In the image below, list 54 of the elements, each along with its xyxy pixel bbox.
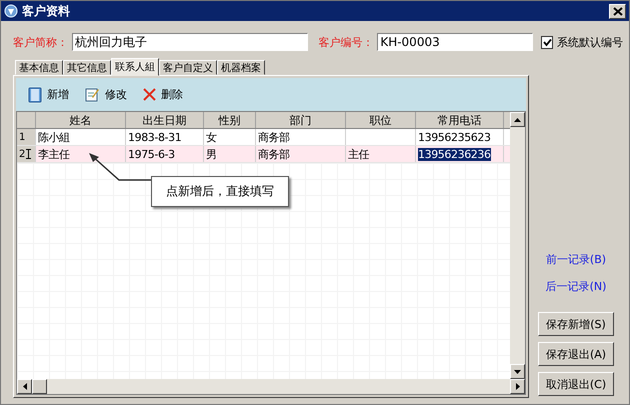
field-label: 客户简称： [13, 34, 68, 50]
scroll-thumb[interactable] [32, 379, 47, 394]
text-cursor-icon [26, 149, 32, 159]
column-header[interactable]: 常用电话 [416, 112, 504, 128]
column-header[interactable]: 职位 [346, 112, 416, 128]
action-button[interactable]: 保存退出(A) [538, 342, 614, 366]
tab[interactable]: 基本信息 [15, 60, 63, 75]
table-cell: 李主任 [38, 146, 70, 162]
row-number: 1 [19, 132, 26, 142]
table-cell: 13956236236 [418, 148, 491, 160]
checkbox[interactable] [541, 36, 553, 48]
action-button[interactable]: 保存新增(S) [538, 312, 614, 336]
app-icon [4, 4, 18, 18]
tab[interactable]: 其它信息 [63, 60, 111, 75]
close-button[interactable] [609, 4, 626, 18]
row-number: 2 [19, 148, 26, 160]
action-button[interactable]: 取消退出(C) [538, 372, 614, 396]
table-cell: 主任 [348, 146, 370, 162]
scroll-right-icon[interactable] [510, 379, 525, 394]
nav-link[interactable]: 前一记录(B) [546, 252, 606, 267]
scroll-left-icon[interactable] [17, 379, 32, 394]
table-cell: 1983-8-31 [128, 130, 182, 144]
toolbar-button[interactable]: 删除 [143, 87, 183, 102]
document-icon [28, 86, 42, 102]
tab[interactable]: 客户自定义 [159, 60, 217, 75]
table-cell: 男 [206, 146, 217, 162]
tab[interactable]: 联系人組 [111, 58, 159, 76]
checkbox-label: 系统默认编号 [557, 34, 623, 50]
table-cell: 陈小組 [38, 130, 70, 144]
window-title: 客户资料 [22, 2, 71, 20]
toolbar-button[interactable]: 新增 [28, 86, 69, 102]
vertical-scrollbar[interactable] [510, 112, 525, 379]
scroll-down-icon[interactable] [510, 364, 525, 379]
column-header[interactable]: 姓名 [36, 112, 126, 128]
close-icon [612, 6, 622, 16]
table-cell: 1975-6-3 [128, 148, 175, 160]
horizontal-scrollbar[interactable] [16, 379, 526, 395]
toolbar-button[interactable]: 修改 [85, 87, 127, 102]
input-field[interactable]: 杭州回力电子 [72, 33, 308, 51]
tab[interactable]: 机器档案 [217, 60, 265, 75]
notepad-icon [85, 87, 100, 102]
table-cell: 商务部 [258, 146, 290, 162]
field-label: 客户编号： [318, 34, 374, 50]
column-header[interactable]: 出生日期 [126, 112, 204, 128]
table-cell: 女 [206, 130, 217, 144]
scroll-up-icon[interactable] [510, 112, 525, 127]
nav-link[interactable]: 后一记录(N) [546, 279, 606, 294]
column-header[interactable]: 性别 [204, 112, 256, 128]
column-header[interactable]: 部门 [256, 112, 346, 128]
table-cell: 13956235623 [418, 130, 491, 144]
input-field[interactable]: KH-00003 [377, 33, 534, 51]
cross-icon [143, 88, 156, 101]
callout-note: 点新增后，直接填写 [151, 176, 289, 207]
table-cell: 商务部 [258, 130, 290, 144]
